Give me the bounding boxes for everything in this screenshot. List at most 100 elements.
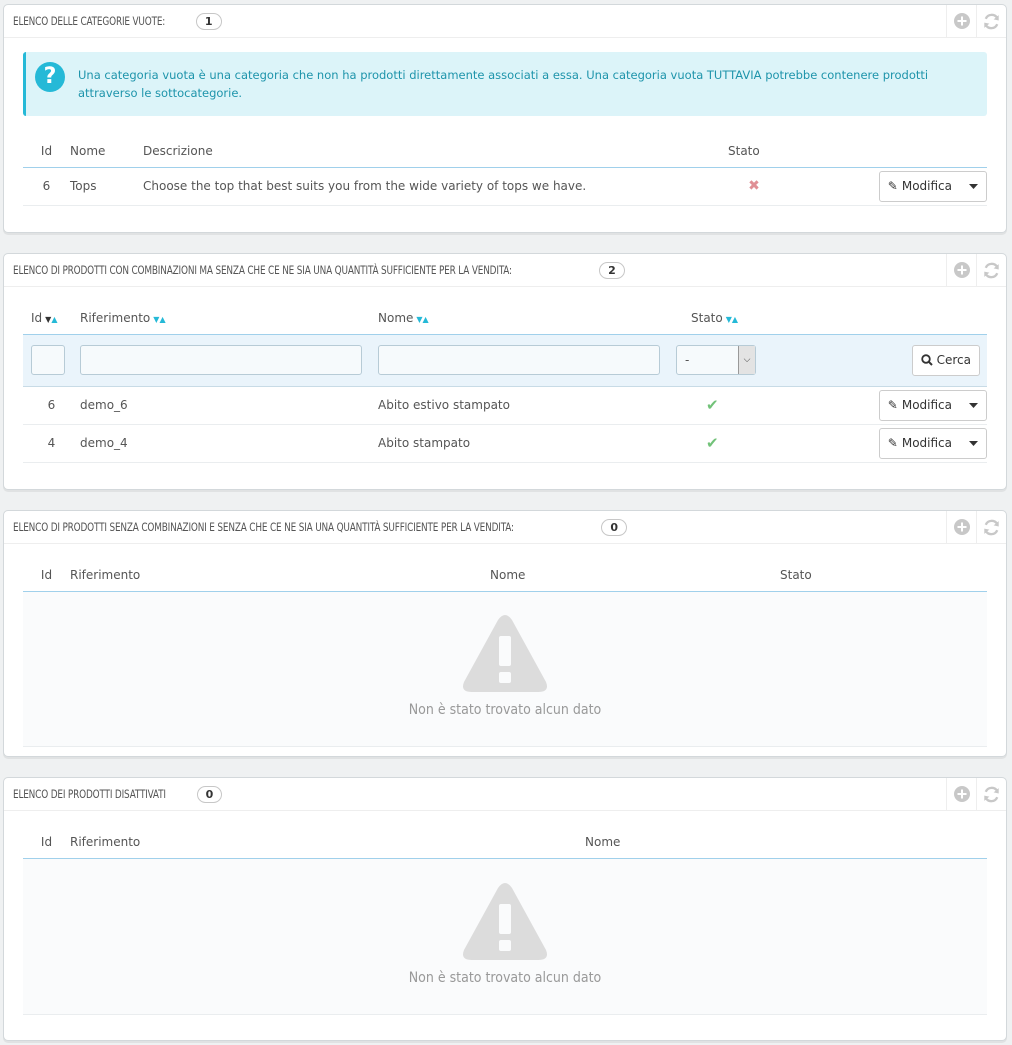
dropdown-toggle[interactable] [960,429,986,458]
table-row[interactable]: 6 Tops Choose the top that best suits yo… [23,167,987,206]
cell-id: 4 [23,424,80,463]
add-button[interactable] [946,5,976,37]
products-no-combinations-panel: ELENCO DI PRODOTTI SENZA COMBINAZIONI E … [3,510,1007,757]
filter-name-input[interactable] [378,345,660,375]
edit-button[interactable]: ✎ Modifica [880,429,960,458]
refresh-button[interactable] [976,778,1006,810]
empty-categories-panel: ELENCO DELLE CATEGORIE VUOTE: 1 ? Una ca… [3,4,1007,233]
count-badge: 0 [601,518,627,536]
col-ref-label: Riferimento [80,311,151,326]
col-id: Id [23,560,70,592]
filter-status-select[interactable]: - ⌵ [676,345,756,375]
col-status[interactable]: Stato ▼▲ [676,303,786,335]
col-name-label: Nome [378,311,414,326]
panel-title: ELENCO DI PRODOTTI SENZA COMBINAZIONI E … [13,520,514,534]
empty-state: Non è stato trovato alcun dato [23,859,987,1015]
warning-icon [463,615,547,692]
cell-reference: demo_6 [80,386,378,425]
col-actions [786,303,987,335]
question-icon: ? [35,62,65,92]
edit-button-group: ✎ Modifica [878,170,987,202]
col-id[interactable]: Id ▼▲ [23,303,80,335]
caret-down-icon [968,440,978,446]
refresh-icon [984,262,999,278]
refresh-button[interactable] [976,254,1006,286]
sort-icon[interactable]: ▼▲ [416,315,428,324]
col-reference: Riferimento [70,560,490,592]
col-description: Descrizione [143,136,728,168]
info-text: Una categoria vuota è una categoria che … [78,68,929,100]
filter-reference-input[interactable] [80,345,362,375]
caret-down-icon [968,402,978,408]
panel-heading: ELENCO DI PRODOTTI CON COMBINAZIONI MA S… [4,254,1006,287]
refresh-icon [984,519,999,535]
count-badge: 1 [195,12,222,30]
products-table: Id Riferimento Nome Stato [23,560,987,592]
col-status-label: Stato [691,311,723,326]
table-row[interactable]: 4 demo_4 Abito stampato ✔ ✎ Modifica [23,424,987,463]
panel-heading: ELENCO DI PRODOTTI SENZA COMBINAZIONI E … [4,511,1006,544]
products-combinations-panel: ELENCO DI PRODOTTI CON COMBINAZIONI MA S… [3,253,1007,490]
col-name: Nome [585,827,987,859]
col-status: Stato [728,136,780,168]
status-toggle[interactable]: ✔ [676,424,786,463]
empty-state: Non è stato trovato alcun dato [23,592,987,747]
panel-title: ELENCO DELLE CATEGORIE VUOTE: [13,14,166,28]
col-reference: Riferimento [70,827,585,859]
edit-button[interactable]: ✎ Modifica [880,391,960,420]
col-actions [780,136,987,168]
col-reference[interactable]: Riferimento ▼▲ [80,303,378,335]
panel-title: ELENCO DEI PRODOTTI DISATTIVATI [13,787,166,801]
dropdown-toggle[interactable] [960,391,986,420]
col-id: Id [23,136,70,168]
check-icon: ✔ [706,434,719,452]
refresh-button[interactable] [976,5,1006,37]
search-button[interactable]: Cerca [911,344,980,376]
plus-circle-icon [953,13,970,29]
edit-button-group: ✎ Modifica [878,389,987,421]
sort-icon[interactable]: ▼▲ [45,315,57,324]
edit-button[interactable]: ✎ Modifica [880,172,960,201]
edit-label: Modifica [901,436,952,450]
add-button[interactable] [946,511,976,543]
plus-circle-icon [953,786,970,802]
refresh-icon [984,786,999,802]
col-status: Stato [780,560,987,592]
pencil-icon: ✎ [887,179,898,193]
cell-name: Abito estivo stampato [378,386,676,425]
add-button[interactable] [946,778,976,810]
col-id-label: Id [31,311,43,326]
cell-id: 6 [23,167,70,206]
empty-message: Non è stato trovato alcun dato [408,970,602,986]
filter-id-input[interactable] [31,345,65,375]
table-row[interactable]: 6 demo_6 Abito estivo stampato ✔ ✎ Modifi… [23,386,987,425]
col-name[interactable]: Nome ▼▲ [378,303,676,335]
sort-icon[interactable]: ▼▲ [153,315,165,324]
products-table: Id Riferimento Nome [23,827,987,859]
count-badge: 2 [599,261,625,279]
add-button[interactable] [946,254,976,286]
cell-name: Abito stampato [378,424,676,463]
warning-icon [463,883,547,960]
disabled-products-panel: ELENCO DEI PRODOTTI DISATTIVATI 0 Id Rif… [3,777,1007,1041]
pencil-icon: ✎ [887,398,898,412]
edit-label: Modifica [901,398,952,412]
dropdown-toggle[interactable] [960,172,986,201]
cell-reference: demo_4 [80,424,378,463]
search-icon [920,354,933,366]
sort-icon[interactable]: ▼▲ [726,315,738,324]
check-icon: ✔ [706,396,719,414]
plus-circle-icon [953,262,970,278]
edit-button-group: ✎ Modifica [878,427,987,459]
col-name: Nome [490,560,780,592]
status-toggle[interactable]: ✖ [728,167,780,206]
info-alert: ? Una categoria vuota è una categoria ch… [23,52,987,116]
col-name: Nome [70,136,143,168]
pencil-icon: ✎ [887,436,898,450]
panel-title: ELENCO DI PRODOTTI CON COMBINAZIONI MA S… [13,263,512,277]
categories-table: Id Nome Descrizione Stato 6 Tops Choose … [23,136,987,206]
refresh-button[interactable] [976,511,1006,543]
filter-row: - ⌵ Cerca [23,334,987,387]
status-toggle[interactable]: ✔ [676,386,786,425]
cell-name: Tops [70,167,143,206]
